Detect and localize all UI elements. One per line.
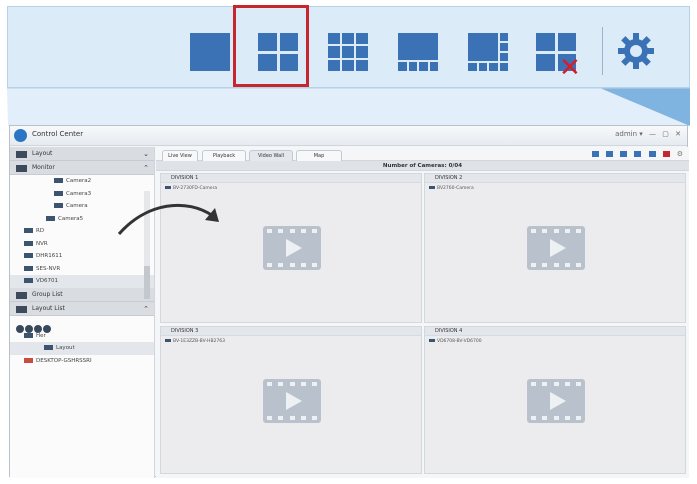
pc-icon bbox=[24, 357, 33, 363]
layout-wide-icon[interactable] bbox=[634, 151, 642, 157]
division-pane-4[interactable]: DIVISION 4 VD6708-BV-VD6700 bbox=[424, 326, 686, 474]
device-icon bbox=[24, 253, 33, 258]
sidebar-section-group-list[interactable]: Group List ⌄ bbox=[10, 287, 154, 302]
layout-icon bbox=[44, 345, 53, 350]
section-label: Layout List bbox=[32, 304, 65, 312]
device-icon bbox=[24, 265, 33, 271]
layout-side-icon[interactable] bbox=[648, 151, 656, 157]
layout-actions bbox=[10, 316, 154, 333]
section-label: Monitor bbox=[32, 164, 55, 171]
control-center-window: Control Center admin ▾ — ▢ ✕ Layout ⌄ Mo… bbox=[9, 125, 689, 478]
zoom-callout-funnel bbox=[7, 88, 690, 126]
layout-3x3-icon[interactable] bbox=[620, 151, 628, 157]
division-pane-2[interactable]: DIVISION 2 BV2760-Camera bbox=[424, 173, 686, 323]
layout-icon bbox=[16, 151, 27, 158]
section-label: Group List bbox=[32, 290, 63, 298]
close-button[interactable]: ✕ bbox=[675, 130, 681, 138]
tree-item-dhr1611[interactable]: DHR1611 bbox=[10, 250, 154, 263]
tree-item-layout[interactable]: Layout bbox=[10, 342, 154, 355]
camera-icon bbox=[46, 215, 55, 221]
division-title: DIVISION 2 bbox=[425, 174, 685, 183]
division-title: DIVISION 3 bbox=[161, 327, 421, 336]
layout-toolbar: ⚙ bbox=[590, 151, 683, 158]
minimize-button[interactable]: — bbox=[649, 130, 656, 138]
tab-bar: Live View Playback Video Wall Map ⚙ bbox=[156, 147, 689, 161]
sidebar-section-layout[interactable]: Layout ⌄ bbox=[10, 147, 154, 161]
drag-arrow-icon bbox=[117, 203, 219, 235]
layout-3x3-icon[interactable] bbox=[328, 33, 368, 71]
video-placeholder-icon bbox=[263, 226, 321, 270]
zoomed-toolbar: ✕ bbox=[7, 6, 690, 88]
main-area: Live View Playback Video Wall Map ⚙ Numb… bbox=[156, 147, 689, 478]
camera-icon bbox=[429, 186, 435, 189]
division-title: DIVISION 1 bbox=[161, 174, 421, 183]
settings-gear-icon[interactable]: ⚙ bbox=[677, 151, 683, 158]
window-title: Control Center bbox=[32, 130, 84, 138]
folder-icon bbox=[24, 332, 33, 338]
user-menu[interactable]: admin ▾ bbox=[615, 130, 643, 138]
layout-1x1-icon[interactable] bbox=[190, 33, 230, 71]
layout-1x1-icon[interactable] bbox=[592, 151, 600, 157]
tab-live-view[interactable]: Live View bbox=[162, 150, 198, 161]
settings-gear-icon[interactable] bbox=[616, 31, 656, 71]
camera-icon bbox=[54, 190, 63, 196]
tree-item-ses-nvr[interactable]: SES-NVR bbox=[10, 263, 154, 276]
division-camera: BV2760-Camera bbox=[425, 186, 685, 192]
camera-icon bbox=[54, 178, 63, 183]
layout-2x2-icon[interactable] bbox=[606, 151, 614, 157]
maximize-button[interactable]: ▢ bbox=[662, 130, 669, 138]
camera-icon bbox=[54, 203, 63, 208]
toolbar-divider bbox=[602, 27, 603, 75]
layout-wide-icon[interactable] bbox=[398, 33, 438, 71]
monitor-icon bbox=[16, 165, 27, 172]
camera-icon bbox=[165, 339, 171, 342]
video-placeholder-icon bbox=[527, 226, 585, 270]
division-camera: VD6708-BV-VD6700 bbox=[425, 339, 685, 345]
section-label: Layout bbox=[32, 150, 53, 157]
window-controls: admin ▾ — ▢ ✕ bbox=[611, 130, 681, 138]
close-icon: ✕ bbox=[559, 53, 581, 83]
app-logo-icon bbox=[14, 129, 27, 142]
sidebar-section-monitor[interactable]: Monitor ⌃ bbox=[10, 161, 154, 175]
title-bar: Control Center admin ▾ — ▢ ✕ bbox=[10, 126, 687, 146]
video-placeholder-icon bbox=[263, 379, 321, 423]
tree-item-pc[interactable]: DESKTOP-GSHRSSRI bbox=[10, 355, 154, 368]
tab-playback[interactable]: Playback bbox=[202, 150, 246, 161]
tree-item-nvr[interactable]: NVR bbox=[10, 238, 154, 251]
video-placeholder-icon bbox=[527, 379, 585, 423]
layout-list-icon bbox=[16, 305, 27, 313]
division-pane-3[interactable]: DIVISION 3 BV-1E3ZZB-BV-HB2763 bbox=[160, 326, 422, 474]
tab-map[interactable]: Map bbox=[296, 150, 342, 161]
folder-icon bbox=[24, 228, 33, 233]
tree-item-vd6701[interactable]: VD6701 bbox=[10, 275, 154, 288]
tree-item-her[interactable]: Her bbox=[10, 330, 154, 343]
tab-video-wall[interactable]: Video Wall bbox=[249, 150, 293, 161]
selected-layout-highlight bbox=[233, 5, 309, 87]
tree-item-camera2[interactable]: Camera2 bbox=[10, 175, 154, 188]
camera-icon bbox=[165, 186, 171, 189]
chevron-down-icon[interactable]: ⌄ bbox=[143, 147, 149, 161]
camera-count: Number of Cameras: 0/04 bbox=[156, 161, 689, 171]
sidebar-section-layout-list[interactable]: Layout List ⌃ bbox=[10, 301, 154, 316]
division-camera: BV-2730FD-Camera bbox=[161, 186, 421, 192]
device-icon bbox=[24, 278, 33, 283]
chevron-up-icon[interactable]: ⌃ bbox=[143, 302, 149, 316]
layout-side-icon[interactable] bbox=[468, 33, 508, 71]
division-camera: BV-1E3ZZB-BV-HB2763 bbox=[161, 339, 421, 345]
layout-clear-icon[interactable] bbox=[662, 151, 670, 157]
camera-icon bbox=[429, 339, 435, 342]
division-title: DIVISION 4 bbox=[425, 327, 685, 336]
chevron-up-icon[interactable]: ⌃ bbox=[143, 161, 149, 175]
nvr-icon bbox=[24, 240, 33, 246]
group-icon bbox=[16, 291, 27, 299]
